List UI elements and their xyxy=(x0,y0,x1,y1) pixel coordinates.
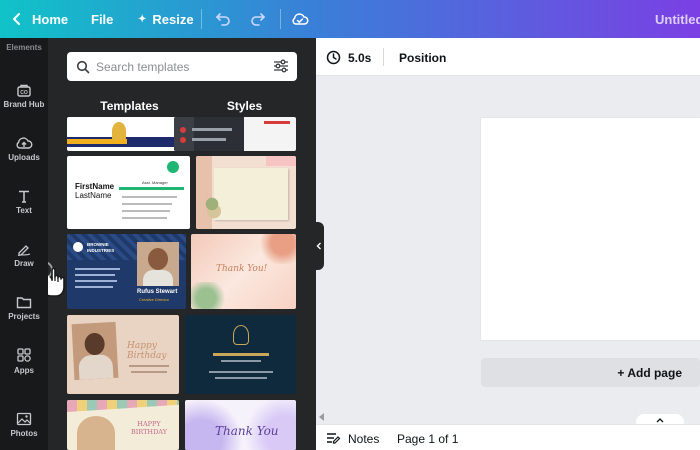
search-input[interactable] xyxy=(96,59,256,74)
cloud-upload-icon xyxy=(16,137,33,149)
rail-item-label: Apps xyxy=(14,366,34,375)
panel-collapse-button[interactable] xyxy=(313,222,324,270)
file-menu-button[interactable]: File xyxy=(91,0,113,38)
template-thumbnail[interactable]: Happy Birthday xyxy=(67,315,179,394)
sparkle-icon: ✦ xyxy=(138,13,147,25)
rail-item-label: Photos xyxy=(10,429,38,438)
card-role: Asst. Manager xyxy=(142,180,168,185)
search-icon xyxy=(76,60,90,74)
editor-toolbar: 5.0s Position xyxy=(316,38,700,76)
hand-cursor-icon xyxy=(48,260,68,298)
toolbar-divider xyxy=(280,9,281,29)
rail-item-label: Text xyxy=(16,206,32,215)
search-box[interactable] xyxy=(67,52,297,81)
card-person-name: Rufus Stewart xyxy=(137,289,178,295)
text-icon xyxy=(19,190,29,203)
template-thumbnail[interactable]: Thank You! xyxy=(191,234,296,309)
rail-item-apps[interactable]: Apps xyxy=(0,336,48,386)
pen-icon xyxy=(17,245,31,256)
template-thumbnail[interactable]: Thank You xyxy=(185,400,296,450)
design-page-canvas[interactable] xyxy=(481,118,700,340)
card-firstname: FirstName xyxy=(75,182,115,191)
design-title[interactable]: Untitled xyxy=(655,0,700,38)
notes-button[interactable]: Notes xyxy=(348,432,379,446)
scroll-left-arrow-icon[interactable] xyxy=(319,413,324,421)
card-lastname: LastName xyxy=(75,191,112,200)
filter-sliders-icon[interactable] xyxy=(273,59,289,73)
chevron-up-icon xyxy=(656,417,664,422)
position-button[interactable]: Position xyxy=(399,51,446,65)
timer-icon[interactable] xyxy=(326,50,341,65)
card-person-title: Creative Director xyxy=(139,297,170,302)
image-icon xyxy=(16,412,32,426)
top-bar: Home File ✦ Resize Untitled xyxy=(0,0,700,38)
brand-hub-icon: CO xyxy=(17,84,31,97)
resize-label: Resize xyxy=(152,11,194,27)
rail-item-text[interactable]: Text xyxy=(0,177,48,227)
rail-item-label: Projects xyxy=(8,312,40,321)
rail-item-label: Draw xyxy=(14,259,34,268)
rail-item-projects[interactable]: Projects xyxy=(0,283,48,333)
duration-button[interactable]: 5.0s xyxy=(348,51,371,65)
resize-button[interactable]: ✦ Resize xyxy=(138,0,194,38)
template-thumbnail[interactable] xyxy=(185,315,296,394)
svg-text:CO: CO xyxy=(20,90,28,96)
apps-grid-icon xyxy=(17,348,31,362)
rail-item-label: Uploads xyxy=(8,153,40,162)
template-thumbnail[interactable] xyxy=(196,156,296,229)
card-thank-you-2: Thank You xyxy=(215,424,279,438)
template-thumbnail[interactable]: BROWNIE INDUSTRIES Rufus Stewart Creativ… xyxy=(67,234,186,309)
tab-templates[interactable]: Templates xyxy=(67,93,192,119)
template-thumbnail[interactable] xyxy=(174,117,296,151)
rail-item-label: Brand Hub xyxy=(3,100,45,109)
rail-item-uploads[interactable]: Uploads xyxy=(0,124,48,174)
rail-item-photos[interactable]: Photos xyxy=(0,400,48,450)
rail-item-elements[interactable]: Elements xyxy=(0,22,48,72)
card-company: BROWNIE INDUSTRIES xyxy=(87,242,115,253)
rail-item-draw[interactable]: Draw xyxy=(0,230,48,280)
templates-panel: Templates Styles FirstName LastName Asst… xyxy=(48,38,316,450)
toolbar-divider xyxy=(383,48,384,66)
toolbar-divider xyxy=(201,9,202,29)
rail-item-brand-hub[interactable]: CO Brand Hub xyxy=(0,71,48,121)
template-thumbnail[interactable]: FirstName LastName Asst. Manager xyxy=(67,156,190,229)
page-indicator[interactable]: Page 1 of 1 xyxy=(397,432,458,446)
template-thumbnail[interactable] xyxy=(67,117,189,151)
undo-icon[interactable] xyxy=(215,0,231,38)
folder-icon xyxy=(16,297,32,309)
bottom-bar: Notes Page 1 of 1 xyxy=(316,424,700,450)
card-happy-birthday: Happy Birthday xyxy=(127,341,167,361)
template-thumbnail[interactable]: HAPPY BIRTHDAY xyxy=(67,400,179,450)
notes-icon[interactable] xyxy=(326,432,341,444)
rail-item-label: Elements xyxy=(6,42,42,52)
card-thank-you: Thank You! xyxy=(216,264,268,274)
add-page-button[interactable]: + Add page xyxy=(481,358,700,387)
chevron-left-icon xyxy=(316,242,321,250)
card-happy-birthday-2: HAPPY BIRTHDAY xyxy=(130,420,168,436)
redo-icon[interactable] xyxy=(250,0,266,38)
tab-styles[interactable]: Styles xyxy=(192,93,297,119)
left-rail: Elements CO Brand Hub Uploads Text Draw … xyxy=(0,38,48,450)
cloud-save-icon[interactable] xyxy=(291,0,309,38)
